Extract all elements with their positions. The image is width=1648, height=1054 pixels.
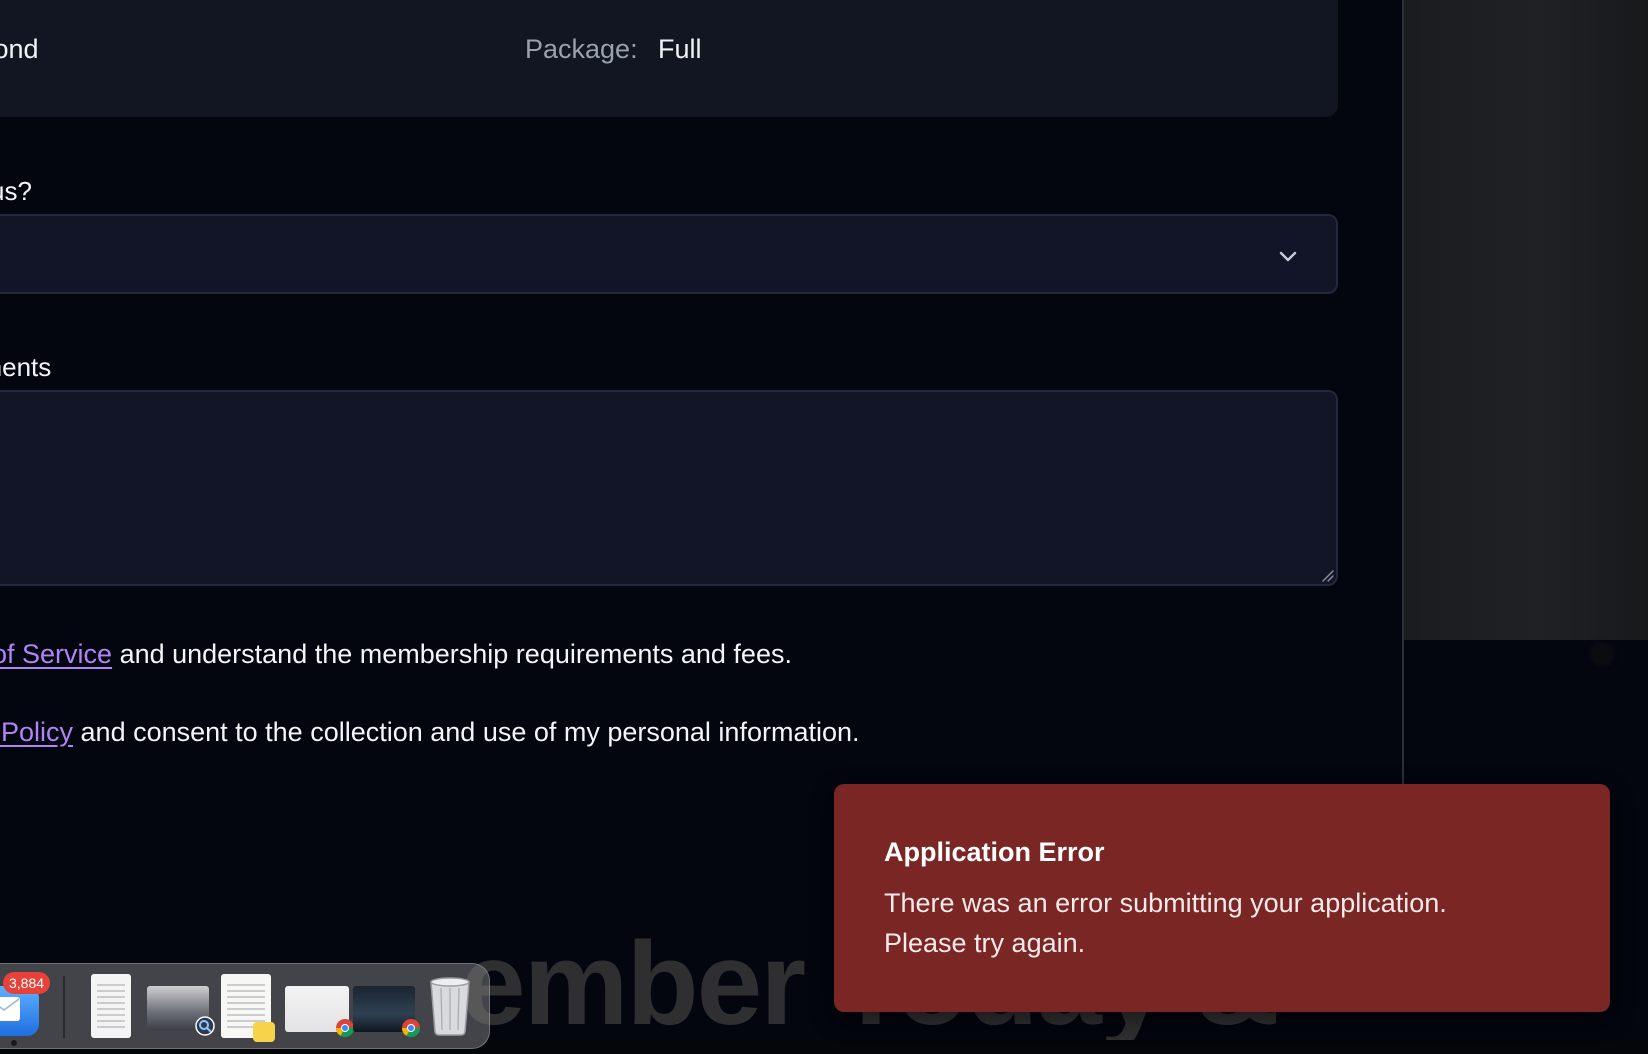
terms-of-service-link[interactable]: of Service [0,639,112,669]
dock-item-document[interactable] [91,974,131,1038]
privacy-policy-link[interactable]: y Policy [0,717,73,747]
dock-item-preview-window[interactable] [147,986,215,1036]
running-indicator [11,1040,17,1046]
preview-icon [195,1016,215,1036]
notes-badge [253,1022,275,1042]
envelope-icon [0,997,20,1021]
panel-divider [1402,0,1404,785]
privacy-consent-rest: and consent to the collection and use of… [73,717,860,747]
toast-message: There was an error submitting your appli… [884,888,1447,958]
chrome-icon [336,1019,354,1038]
dock-item-chrome-window-1[interactable] [285,986,354,1038]
membership-tier-value: amond [0,34,39,64]
referral-source-label: us? [0,176,32,206]
comments-textarea[interactable] [0,390,1338,586]
decorative-dot [1593,645,1611,663]
document-icon [97,984,125,1030]
dock-item-chrome-window-2[interactable] [353,986,420,1038]
app-window: amond Package: Full us? nments of Servic… [0,0,1648,1054]
privacy-consent-text: y Policy and consent to the collection a… [0,717,860,748]
toast-title: Application Error [884,837,1105,867]
trash-icon [430,977,470,1036]
error-toast[interactable]: Application Error There was an error sub… [834,784,1610,1012]
chrome-icon [402,1019,420,1038]
package-label: Package: [525,34,638,64]
dock: 3,884 [0,963,490,1049]
dock-separator [63,976,65,1038]
terms-consent-text: of Service and understand the membership… [0,639,792,670]
dock-item-notes[interactable] [221,974,275,1042]
comments-label: nments [0,352,52,382]
package-value: Full [658,34,702,64]
referral-source-select[interactable] [0,214,1338,294]
dock-item-trash[interactable] [425,972,475,1036]
chevron-down-icon [1279,251,1297,262]
resize-grip-icon[interactable] [1320,568,1334,582]
terms-consent-rest: and understand the membership requiremen… [112,639,792,669]
background-image-panel [1403,0,1648,640]
mail-unread-badge: 3,884 [3,972,51,994]
